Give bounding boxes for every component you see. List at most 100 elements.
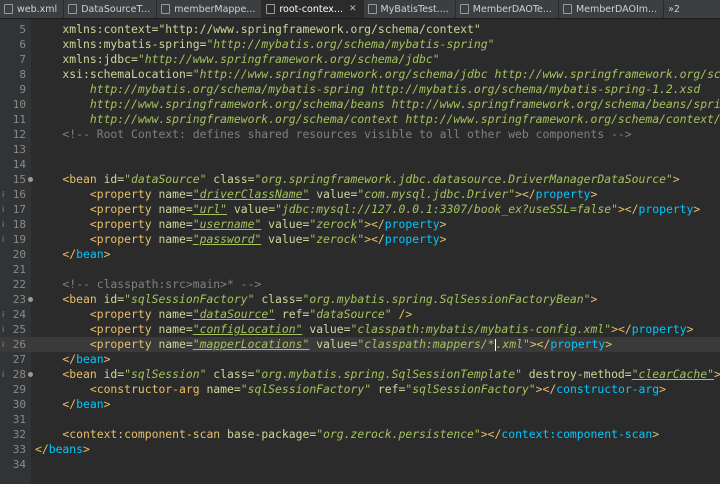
code-line[interactable]: 10 http://www.springframework.org/schema… [0, 97, 720, 112]
editor-tab[interactable]: MemberDAOTe... [456, 0, 559, 18]
code-line[interactable]: 29 <constructor-arg name="sqlSessionFact… [0, 382, 720, 397]
code-token: bean [76, 397, 104, 411]
code-token: <property [35, 307, 159, 321]
code-line[interactable]: 7 xmlns:jdbc="http://www.springframework… [0, 52, 720, 67]
code-token: ></ [535, 382, 557, 396]
tab-overflow-button[interactable]: »2 [664, 0, 686, 18]
code-token: ></ [611, 322, 632, 336]
code-line[interactable]: 32 <context:component-scan base-package=… [0, 427, 720, 442]
code-token: property [631, 322, 687, 336]
code-token: value= [309, 187, 358, 201]
code-token: ></ [617, 202, 639, 216]
code-token: "sqlSessionFactory" [405, 382, 536, 396]
editor-tab[interactable]: memberMappe... [157, 0, 263, 18]
code-line[interactable]: 33 </beans> [0, 442, 720, 457]
code-text: xmlns:jdbc="http://www.springframework.o… [35, 52, 439, 67]
code-text: xmlns:context="http://www.springframewor… [35, 22, 480, 37]
code-token: ></ [515, 187, 536, 201]
file-icon [459, 4, 469, 14]
code-token: property [550, 337, 606, 351]
code-line[interactable]: 13 [0, 142, 720, 157]
code-token: "classpath:mybatis/mybatis-config.xml" [350, 322, 612, 336]
code-line[interactable]: 34 [0, 457, 720, 472]
editor-tab[interactable]: root-contex... ✕ [262, 0, 364, 18]
code-token: "sqlSession" [124, 367, 207, 381]
code-line[interactable]: 22 <!-- classpath:src>main>* --> [0, 277, 720, 292]
fold-toggle-icon[interactable] [28, 372, 33, 377]
code-token: > [659, 382, 666, 396]
code-token: ref= [371, 382, 406, 396]
code-line[interactable]: 27 </bean> [0, 352, 720, 367]
code-text: <bean id="dataSource" class="org.springf… [35, 172, 679, 187]
code-line[interactable]: 11 http://www.springframework.org/schema… [0, 112, 720, 127]
tab-label: MemberDAOTe... [472, 3, 552, 15]
code-line[interactable]: 24 i <property name="dataSource" ref="dat… [0, 307, 720, 322]
code-token: bean [76, 247, 104, 261]
code-line[interactable]: 17 i <property name="url" value="jdbc:mys… [0, 202, 720, 217]
tab-label: memberMappe... [174, 3, 256, 15]
code-token: "clearCache" [631, 367, 714, 381]
code-token: id= [103, 172, 125, 186]
code-line[interactable]: 31 [0, 412, 720, 427]
code-token: <bean [35, 292, 104, 306]
file-icon [161, 4, 171, 14]
code-line[interactable]: 8 xsi:schemaLocation="http://www.springf… [0, 67, 720, 82]
line-number: 31 [12, 413, 26, 426]
code-token: "driverClassName" [192, 187, 310, 201]
code-token: "sqlSessionFactory" [124, 292, 255, 306]
fold-toggle-icon[interactable] [28, 297, 33, 302]
code-line[interactable]: 25 i <property name="configLocation" valu… [0, 322, 720, 337]
info-marker-icon: i [2, 190, 5, 199]
code-line[interactable]: 30 </bean> [0, 397, 720, 412]
code-token: property [384, 217, 440, 231]
code-line[interactable]: 26 i <property name="mapperLocations" val… [0, 337, 720, 352]
code-editor[interactable]: 5 xmlns:context="http://www.springframew… [0, 19, 720, 484]
code-token: xsi:schemaLocation= [35, 67, 193, 81]
editor-tab[interactable]: DataSourceT... [64, 0, 158, 18]
code-token: "password" [192, 232, 262, 246]
line-number: 23 [12, 293, 26, 306]
code-line[interactable]: 5 xmlns:context="http://www.springframew… [0, 22, 720, 37]
code-token: "org.zerock.persistence" [316, 427, 481, 441]
code-text: <property name="url" value="jdbc:mysql:/… [35, 202, 700, 217]
code-text: <context:component-scan base-package="or… [35, 427, 659, 442]
code-line[interactable]: 12 <!-- Root Context: defines shared res… [0, 127, 720, 142]
code-line[interactable]: 6 xmlns:mybatis-spring="http://mybatis.o… [0, 37, 720, 52]
code-line[interactable]: 21 [0, 262, 720, 277]
line-number: 13 [12, 143, 26, 156]
code-line[interactable]: 9 http://mybatis.org/schema/mybatis-spri… [0, 82, 720, 97]
code-token: "sqlSessionFactory" [240, 382, 372, 396]
code-line[interactable]: 16 i <property name="driverClassName" val… [0, 187, 720, 202]
code-line[interactable]: 20 </bean> [0, 247, 720, 262]
editor-tab[interactable]: MyBatisTest.... [364, 0, 456, 18]
line-number: 20 [12, 248, 26, 261]
info-marker-icon: i [2, 205, 5, 214]
editor-tab[interactable]: web.xml [0, 0, 65, 18]
code-line[interactable]: 14 [0, 157, 720, 172]
code-token: bean [76, 352, 104, 366]
code-token: name= [158, 322, 193, 336]
code-token: "mapperLocations" [192, 337, 310, 351]
code-text: http://www.springframework.org/schema/be… [35, 97, 720, 112]
fold-toggle-icon[interactable] [28, 177, 33, 182]
close-tab-icon[interactable]: ✕ [349, 4, 357, 14]
code-line[interactable]: 28 i <bean id="sqlSession" class="org.myb… [0, 367, 720, 382]
code-line[interactable]: 19 i <property name="password" value="zer… [0, 232, 720, 247]
code-text: <bean id="sqlSession" class="org.mybatis… [35, 367, 720, 382]
code-text: <bean id="sqlSessionFactory" class="org.… [35, 292, 597, 307]
code-text: xsi:schemaLocation="http://www.springfra… [35, 67, 720, 82]
code-line[interactable]: 23 <bean id="sqlSessionFactory" class="o… [0, 292, 720, 307]
editor-tab[interactable]: MemberDAOIm... [559, 0, 665, 18]
code-text: </bean> [35, 247, 110, 262]
code-line[interactable]: 15 <bean id="dataSource" class="org.spri… [0, 172, 720, 187]
code-token: value= [309, 337, 358, 351]
code-token: .xml" [495, 337, 530, 351]
code-token: name= [158, 307, 193, 321]
code-token: ></ [529, 337, 551, 351]
tab-label: MemberDAOIm... [575, 3, 658, 15]
line-number: 5 [19, 23, 26, 36]
code-token: > [439, 232, 447, 246]
code-token: name= [206, 382, 241, 396]
code-line[interactable]: 18 i <property name="username" value="zer… [0, 217, 720, 232]
code-token: "org.springframework.jdbc.datasource.Dri… [254, 172, 673, 186]
